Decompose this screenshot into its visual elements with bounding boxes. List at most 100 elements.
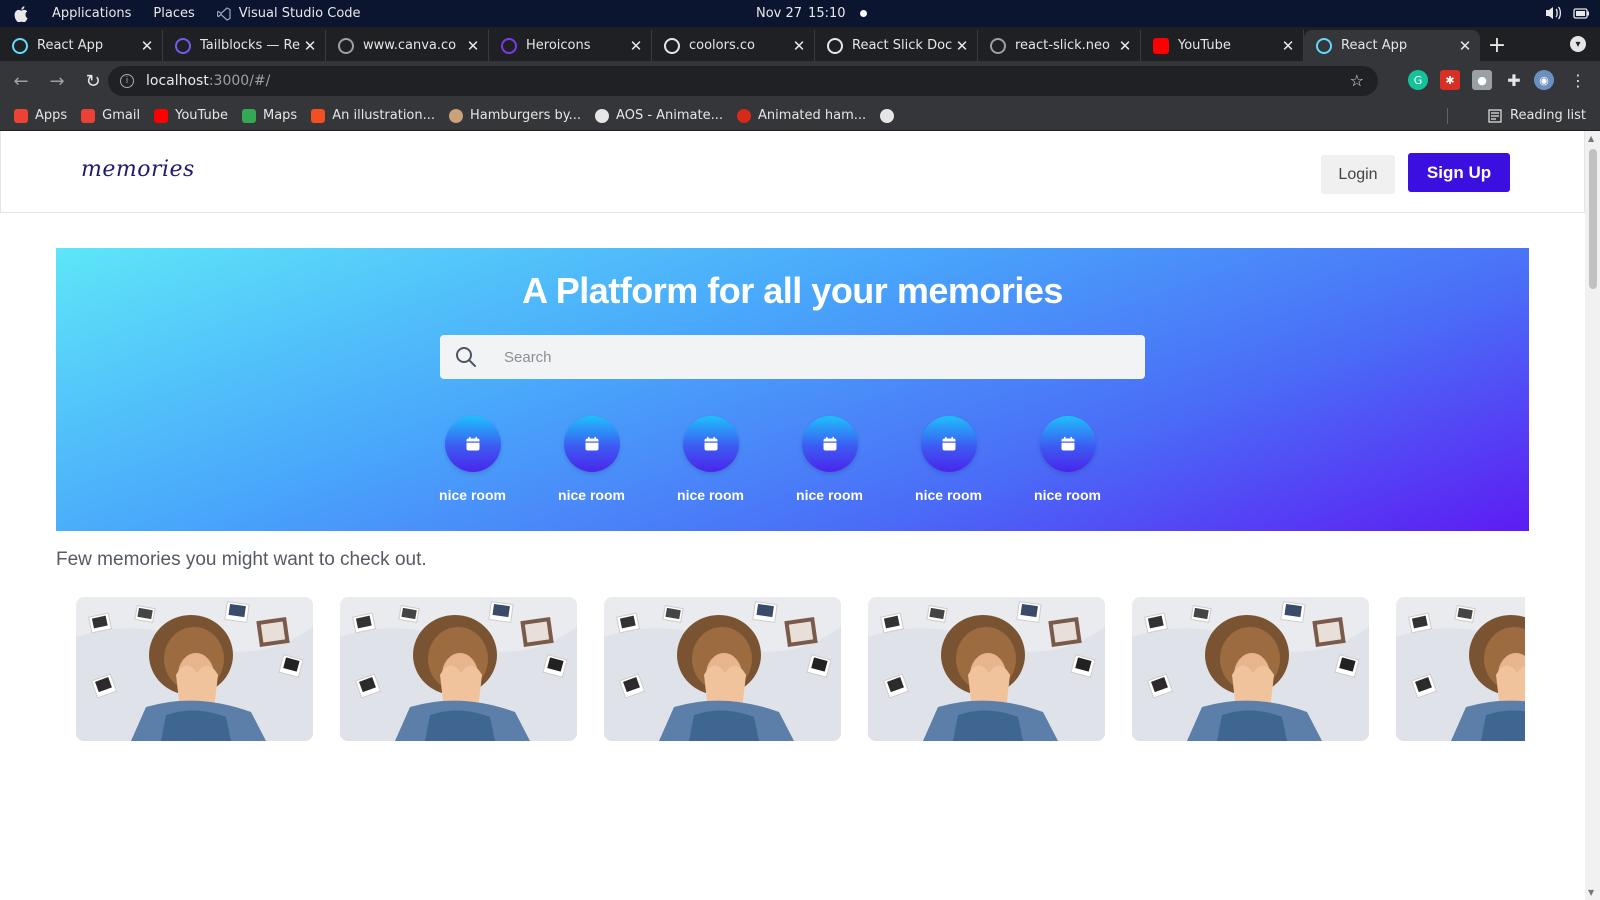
bookmark-star-icon[interactable]: ☆ — [1350, 71, 1364, 90]
volume-icon[interactable] — [1544, 5, 1562, 21]
grammarly-extension-icon[interactable]: G — [1408, 70, 1428, 90]
browser-tab[interactable]: React App ✕ — [1304, 30, 1480, 61]
back-button[interactable]: ← — [6, 66, 36, 96]
hamburger-site-icon — [449, 108, 464, 123]
room-item[interactable]: nice room — [674, 416, 747, 503]
reload-button[interactable]: ↻ — [78, 66, 108, 96]
bookmarks-separator — [1447, 108, 1448, 124]
os-menu-places[interactable]: Places — [153, 6, 194, 21]
browser-tab[interactable]: Heroicons ✕ — [489, 30, 652, 61]
bookmark-item[interactable]: An illustration... — [311, 108, 435, 123]
reload-icon: ↻ — [85, 70, 101, 92]
red-extension-icon[interactable]: ✱ — [1440, 70, 1460, 90]
close-tab-icon[interactable]: ✕ — [790, 37, 808, 55]
hero-title: A Platform for all your memories — [522, 270, 1063, 311]
browser-tab[interactable]: YouTube ✕ — [1141, 30, 1304, 61]
os-menu-applications[interactable]: Applications — [52, 6, 131, 21]
close-tab-icon[interactable]: ✕ — [138, 37, 156, 55]
close-tab-icon[interactable]: ✕ — [1456, 37, 1474, 55]
vscode-icon — [216, 6, 231, 21]
memory-photo — [1396, 597, 1525, 741]
room-list: nice room nice room nice room nice room nice… — [436, 416, 1104, 503]
memory-card[interactable] — [1396, 597, 1525, 741]
browser-tab[interactable]: www.canva.co ✕ — [326, 30, 489, 61]
login-button[interactable]: Login — [1321, 155, 1395, 194]
forward-button[interactable]: → — [42, 66, 72, 96]
tab-title: React Slick Doc — [852, 38, 953, 53]
animated-ham-icon — [737, 108, 752, 123]
room-item[interactable]: nice room — [912, 416, 985, 503]
scroll-up-icon[interactable]: ▲ — [1588, 134, 1594, 143]
room-item[interactable]: nice room — [436, 416, 509, 503]
browser-tab[interactable]: React App ✕ — [0, 30, 163, 61]
battery-icon[interactable] — [1572, 5, 1590, 21]
scrollbar-thumb[interactable] — [1589, 149, 1597, 289]
bookmark-label: Hamburgers by... — [470, 108, 582, 123]
tab-search-icon[interactable]: ▾ — [1570, 36, 1586, 52]
search-input[interactable]: Search — [440, 335, 1145, 379]
system-tray — [1544, 5, 1590, 21]
close-tab-icon[interactable]: ✕ — [1279, 37, 1297, 55]
site-header: memories Login Sign Up — [0, 131, 1585, 213]
close-tab-icon[interactable]: ✕ — [953, 37, 971, 55]
calendar-icon — [801, 416, 858, 472]
tab-title: react-slick.neo — [1015, 38, 1110, 53]
bookmark-label: AOS - Animate... — [616, 108, 724, 123]
apple-icon[interactable] — [14, 5, 34, 22]
browser-menu-icon[interactable]: ⋮ — [1568, 70, 1588, 90]
room-item[interactable]: nice room — [793, 416, 866, 503]
site-info-icon[interactable]: i — [120, 74, 134, 88]
microsoft-icon — [311, 108, 326, 123]
memory-photo — [868, 597, 1105, 741]
close-tab-icon[interactable]: ✕ — [301, 37, 319, 55]
room-label: nice room — [796, 487, 863, 503]
browser-toolbar: ← → ↻ i localhost:3000/#/ ☆ G ✱ ● ✚ ◉ ⋮ — [0, 61, 1600, 101]
memories-carousel[interactable] — [76, 597, 1525, 742]
gray-extension-icon[interactable]: ● — [1472, 70, 1492, 90]
browser-tab[interactable]: coolors.co ✕ — [652, 30, 815, 61]
search-placeholder: Search — [504, 348, 552, 366]
scroll-down-icon[interactable]: ▼ — [1588, 888, 1594, 897]
tab-title: coolors.co — [689, 38, 755, 53]
hero-banner: A Platform for all your memories Search … — [56, 248, 1529, 531]
site-logo[interactable]: memories — [81, 157, 195, 182]
memory-card[interactable] — [1132, 597, 1369, 741]
extensions-puzzle-icon[interactable]: ✚ — [1504, 70, 1524, 90]
memory-card[interactable] — [340, 597, 577, 741]
memory-card[interactable] — [868, 597, 1105, 741]
bookmark-item[interactable]: YouTube — [154, 108, 228, 123]
bookmark-item[interactable]: Gmail — [81, 108, 140, 123]
bookmark-item[interactable]: AOS - Animate... — [595, 108, 723, 123]
heroicons-icon — [501, 37, 517, 54]
room-item[interactable]: nice room — [555, 416, 628, 503]
os-clock[interactable]: Nov 27 15:10 — [756, 6, 867, 21]
close-tab-icon[interactable]: ✕ — [1116, 37, 1134, 55]
reading-list-button[interactable]: Reading list — [1488, 108, 1586, 123]
tab-title: React App — [1341, 38, 1408, 53]
bookmark-item[interactable]: Animated ham... — [737, 108, 866, 123]
browser-tab[interactable]: react-slick.neo ✕ — [978, 30, 1141, 61]
profile-avatar[interactable]: ◉ — [1534, 70, 1554, 90]
address-bar[interactable]: i localhost:3000/#/ ☆ — [108, 66, 1378, 96]
browser-tab[interactable]: Tailblocks — Re ✕ — [163, 30, 326, 61]
bookmark-item[interactable] — [880, 108, 901, 123]
page-scrollbar[interactable]: ▲ ▼ — [1585, 131, 1600, 900]
new-tab-button[interactable]: + — [1480, 30, 1514, 61]
room-item[interactable]: nice room — [1031, 416, 1104, 503]
memory-photo — [76, 597, 313, 741]
bookmark-item[interactable]: Apps — [14, 108, 67, 123]
calendar-icon — [682, 416, 739, 472]
close-tab-icon[interactable]: ✕ — [627, 37, 645, 55]
bookmark-item[interactable]: Hamburgers by... — [449, 108, 581, 123]
memory-card[interactable] — [604, 597, 841, 741]
os-menu-vscode[interactable]: Visual Studio Code — [216, 6, 361, 21]
react-icon — [12, 37, 28, 54]
arrow-left-icon: ← — [13, 70, 29, 92]
sign-up-button[interactable]: Sign Up — [1408, 153, 1510, 192]
bookmark-label: Animated ham... — [758, 108, 867, 123]
close-tab-icon[interactable]: ✕ — [464, 37, 482, 55]
browser-tab[interactable]: React Slick Doc ✕ — [815, 30, 978, 61]
web-page: memories Login Sign Up A Platform for al… — [0, 131, 1585, 900]
memory-card[interactable] — [76, 597, 313, 741]
bookmark-item[interactable]: Maps — [241, 108, 297, 123]
